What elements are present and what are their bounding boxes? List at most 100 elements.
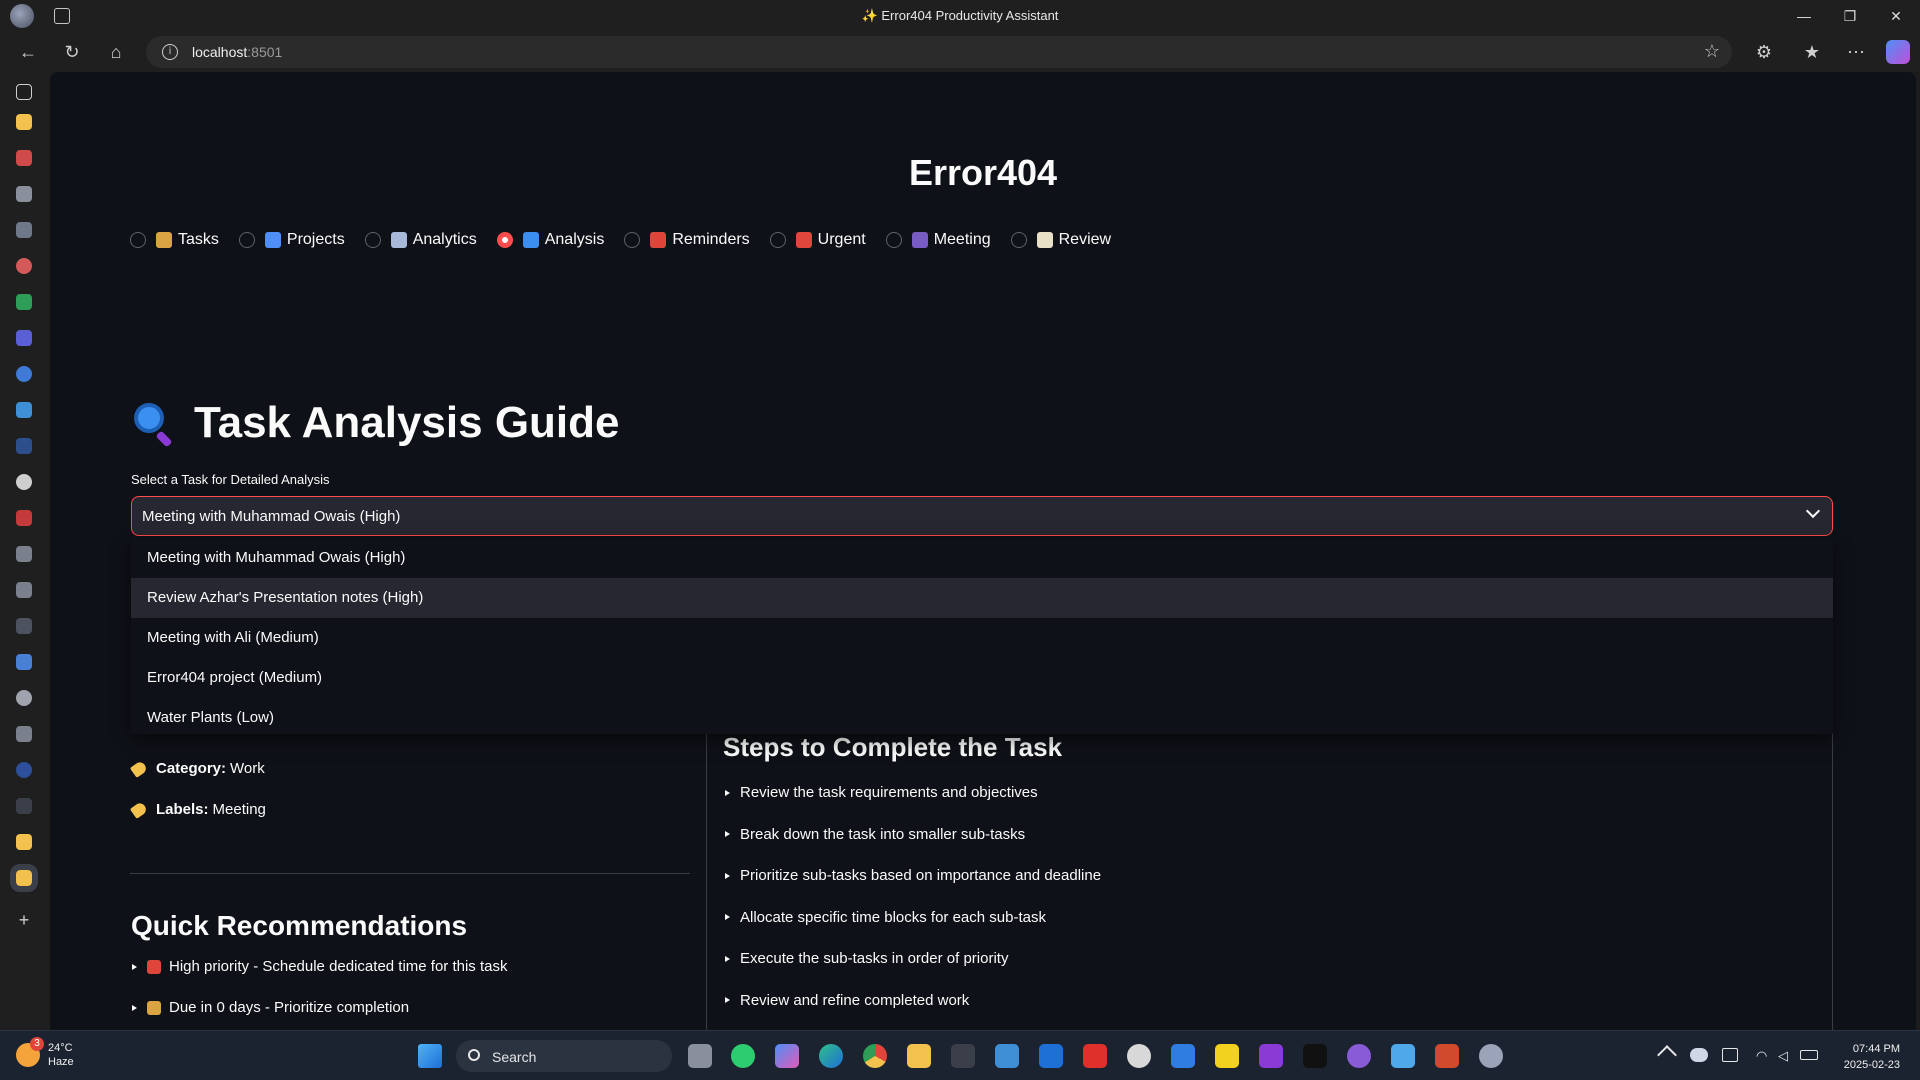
nav-option-review[interactable]: Review (1010, 231, 1111, 249)
step-item[interactable]: Prioritize sub-tasks based on importance… (725, 867, 1101, 884)
step-item[interactable]: Break down the task into smaller sub-tas… (725, 826, 1025, 843)
step-item[interactable]: Execute the sub-tasks in order of priori… (725, 950, 1008, 967)
volume-icon[interactable]: ◁ (1778, 1048, 1794, 1063)
wifi-icon[interactable]: ◠ (1756, 1048, 1772, 1063)
recommendation-item[interactable]: Due in 0 days - Prioritize completion (132, 999, 409, 1016)
nav-option-analysis[interactable]: Analysis (496, 231, 604, 249)
github-app-icon[interactable] (16, 474, 32, 490)
radio-button[interactable] (769, 232, 786, 248)
system-clock[interactable]: 07:44 PM 2025-02-23 (1844, 1041, 1900, 1073)
task-view-icon[interactable] (688, 1044, 712, 1068)
favorite-star-icon[interactable]: ☆ (1704, 41, 1720, 62)
chevron-down-icon[interactable] (1805, 503, 1821, 519)
clock-app-icon[interactable] (1127, 1044, 1151, 1068)
step-item[interactable]: Allocate specific time blocks for each s… (725, 909, 1046, 926)
add-sidebar-icon[interactable]: + (16, 911, 32, 929)
dropdown-option[interactable]: Meeting with Muhammad Owais (High) (131, 538, 1833, 578)
sk-app-icon[interactable] (16, 222, 32, 238)
blue-app-icon[interactable] (16, 438, 32, 454)
globe-app-icon[interactable] (16, 690, 32, 706)
terminal-icon[interactable] (951, 1044, 975, 1068)
edge-icon[interactable] (819, 1044, 843, 1068)
calendar-app-icon[interactable] (16, 150, 32, 166)
sticky-notes-icon[interactable] (1215, 1044, 1239, 1068)
copilot-taskbar-icon[interactable] (775, 1044, 799, 1068)
todo-icon[interactable] (1171, 1044, 1195, 1068)
onenote-icon[interactable] (1259, 1044, 1283, 1068)
radio-button[interactable] (624, 232, 641, 248)
sheets-app-icon[interactable] (16, 294, 32, 310)
radio-button[interactable] (885, 232, 902, 248)
compass-app-icon[interactable] (16, 258, 32, 274)
expand-triangle-icon[interactable] (132, 963, 137, 970)
chat-app-icon[interactable] (16, 186, 32, 202)
image2-app-icon[interactable] (16, 582, 32, 598)
radio-button[interactable] (1010, 232, 1027, 248)
nav-option-tasks[interactable]: Tasks (130, 231, 219, 249)
nav-option-projects[interactable]: Projects (238, 231, 345, 249)
youtube-icon[interactable] (1083, 1044, 1107, 1068)
sparkles2-app-icon[interactable] (16, 834, 32, 850)
back-button[interactable]: ← (16, 40, 40, 64)
gear-app-icon[interactable] (16, 366, 32, 382)
chrome-icon[interactable] (863, 1044, 887, 1068)
radio-button[interactable] (238, 232, 255, 248)
dropdown-option[interactable]: Meeting with Ali (Medium) (131, 618, 1833, 658)
list-app-icon[interactable] (16, 330, 32, 346)
radio-button[interactable] (130, 232, 146, 248)
address-bar[interactable]: i localhost:8501 ☆ (146, 36, 1732, 68)
url-text[interactable]: localhost:8501 (192, 44, 282, 60)
github-desktop-icon[interactable] (1347, 1044, 1371, 1068)
more-menu-icon[interactable]: ⋯ (1844, 40, 1868, 64)
nav-option-analytics[interactable]: Analytics (364, 231, 477, 249)
dropdown-option[interactable]: Water Plants (Low) (131, 698, 1833, 738)
tree-app-icon[interactable] (16, 618, 32, 634)
nav-option-meeting[interactable]: Meeting (885, 231, 991, 249)
expand-triangle-icon[interactable] (132, 1004, 137, 1011)
expand-triangle-icon[interactable] (725, 997, 730, 1003)
image-app-icon[interactable] (16, 546, 32, 562)
minimize-button[interactable]: — (1794, 6, 1814, 26)
favorites-icon[interactable]: ★ (1800, 40, 1824, 64)
start-button[interactable] (418, 1044, 442, 1068)
nav-option-reminders[interactable]: Reminders (624, 231, 750, 249)
cloud-app-icon[interactable] (16, 798, 32, 814)
extensions-icon[interactable]: ⚙ (1752, 40, 1776, 64)
dropdown-option[interactable]: Review Azhar's Presentation notes (High) (131, 578, 1833, 618)
refresh-button[interactable]: ↻ (60, 40, 84, 64)
bird-app-icon[interactable] (16, 402, 32, 418)
expand-triangle-icon[interactable] (725, 914, 730, 920)
expand-triangle-icon[interactable] (725, 872, 730, 879)
taskbar-search[interactable]: Search (456, 1040, 672, 1072)
notepad-icon[interactable] (1391, 1044, 1415, 1068)
powerpoint-icon[interactable] (1435, 1044, 1459, 1068)
file-explorer-icon[interactable] (907, 1044, 931, 1068)
radio-button[interactable] (364, 232, 381, 248)
whatsapp-icon[interactable] (731, 1044, 755, 1068)
vertical-tabs-icon[interactable] (16, 84, 32, 100)
step-item[interactable]: Review the task requirements and objecti… (725, 784, 1038, 801)
red-app-icon[interactable] (16, 510, 32, 526)
copilot-icon[interactable] (1886, 40, 1910, 64)
weather-widget[interactable]: 3 24°C Haze (16, 1037, 74, 1069)
nav-option-urgent[interactable]: Urgent (769, 231, 866, 249)
task-select[interactable]: Meeting with Muhammad Owais (High) (131, 496, 1833, 536)
expand-triangle-icon[interactable] (725, 789, 730, 796)
battery-icon[interactable] (1800, 1050, 1818, 1060)
close-window-button[interactable]: ✕ (1886, 6, 1906, 26)
outlook-icon[interactable] (1039, 1044, 1063, 1068)
home-button[interactable]: ⌂ (104, 40, 128, 64)
store-icon[interactable] (995, 1044, 1019, 1068)
restore-button[interactable]: ❐ (1840, 6, 1860, 26)
radio-button[interactable] (496, 232, 513, 248)
onedrive-icon[interactable] (1690, 1048, 1708, 1062)
app-icon[interactable] (1303, 1044, 1327, 1068)
expand-triangle-icon[interactable] (725, 955, 730, 962)
settings-icon[interactable] (1479, 1044, 1503, 1068)
expand-triangle-icon[interactable] (725, 831, 730, 837)
site-info-icon[interactable]: i (162, 44, 178, 60)
sparkles-app-icon[interactable] (16, 114, 32, 130)
sparkles3-app-icon[interactable] (10, 864, 38, 892)
keyboard-icon[interactable] (1722, 1048, 1738, 1062)
dropdown-option[interactable]: Error404 project (Medium) (131, 658, 1833, 698)
